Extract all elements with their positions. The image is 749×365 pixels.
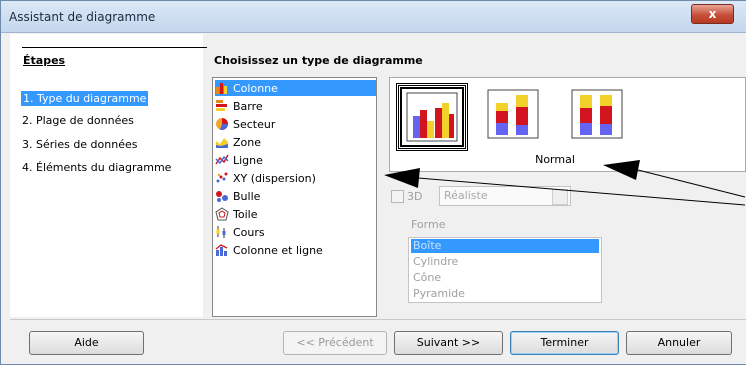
- annotation-line-left: [417, 177, 746, 206]
- annotation-arrowhead-left: [384, 168, 420, 188]
- annotation-arrows: [384, 160, 746, 206]
- annotation-line-right: [637, 169, 746, 198]
- annotation-arrowhead-right: [603, 160, 640, 180]
